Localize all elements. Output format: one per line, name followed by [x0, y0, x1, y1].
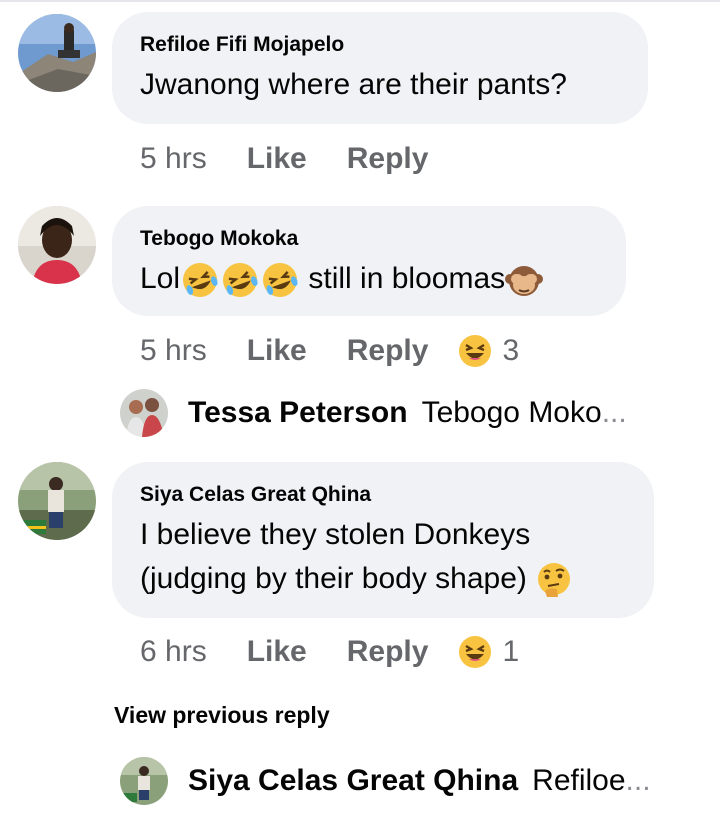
comment-text-line: (judging by their body shape) [140, 562, 527, 595]
comment-actions: 5 hrs Like Reply [140, 139, 428, 179]
reply-preview[interactable]: Siya Celas Great Qhina Refiloe... [120, 757, 651, 805]
reply-button[interactable]: Reply [347, 334, 429, 368]
comment-text: Lol still in bloomas [140, 257, 598, 301]
reply-ellipsis: ... [601, 396, 627, 429]
laughing-emoji-icon [459, 636, 492, 668]
comment-time[interactable]: 6 hrs [140, 635, 207, 669]
comment-text: (judging by their body shape) [140, 557, 626, 601]
rolling-laughing-emoji-icon [183, 263, 218, 298]
like-button[interactable]: Like [247, 334, 307, 368]
thinking-face-emoji-icon [538, 563, 571, 598]
comment-author[interactable]: Refiloe Fifi Mojapelo [140, 32, 620, 58]
comment-bubble: Tebogo Mokoka Lol still in bloomas [112, 206, 626, 316]
comment-text-suffix: still in bloomas [308, 262, 506, 295]
comment-time[interactable]: 5 hrs [140, 142, 207, 176]
comment-time[interactable]: 5 hrs [140, 334, 207, 368]
reply-ellipsis: ... [625, 764, 651, 797]
avatar[interactable] [18, 14, 96, 92]
reaction-count: 1 [502, 635, 520, 668]
reply-button[interactable]: Reply [347, 635, 429, 669]
comment-text-prefix: Lol [140, 262, 181, 295]
reaction-summary[interactable]: 1 [458, 635, 519, 669]
comment-text: Jwanong where are their pants? [140, 68, 567, 101]
comment-actions: 6 hrs Like Reply 1 [140, 632, 519, 672]
reply-text: Tebogo Moko [421, 396, 602, 429]
avatar[interactable] [18, 206, 96, 284]
reaction-summary[interactable]: 3 [458, 334, 519, 368]
comment-actions: 5 hrs Like Reply 3 [140, 331, 519, 371]
see-no-evil-monkey-emoji-icon [505, 266, 544, 297]
like-button[interactable]: Like [247, 142, 307, 176]
comment-author[interactable]: Tebogo Mokoka [140, 226, 598, 252]
avatar[interactable] [120, 757, 168, 805]
reply-author[interactable]: Tessa Peterson [188, 396, 408, 430]
laughing-emoji-icon [459, 335, 492, 367]
reply-button[interactable]: Reply [347, 142, 429, 176]
comment-bubble: Siya Celas Great Qhina I believe they st… [112, 462, 654, 618]
rolling-laughing-emoji-icon [223, 263, 258, 298]
comment-author[interactable]: Siya Celas Great Qhina [140, 482, 626, 508]
comment-bubble: Refiloe Fifi Mojapelo Jwanong where are … [112, 12, 648, 124]
reply-text: Refiloe [532, 764, 626, 797]
reply-preview[interactable]: Tessa Peterson Tebogo Moko... [120, 389, 627, 437]
avatar[interactable] [120, 389, 168, 437]
rolling-laughing-emoji-icon [263, 263, 298, 298]
comment-text-line: I believe they stolen Donkeys [140, 518, 531, 551]
reaction-count: 3 [502, 334, 520, 367]
like-button[interactable]: Like [247, 635, 307, 669]
view-previous-reply-link[interactable]: View previous reply [114, 702, 330, 729]
reply-author[interactable]: Siya Celas Great Qhina [188, 764, 518, 798]
avatar[interactable] [18, 462, 96, 540]
top-divider [0, 0, 720, 2]
